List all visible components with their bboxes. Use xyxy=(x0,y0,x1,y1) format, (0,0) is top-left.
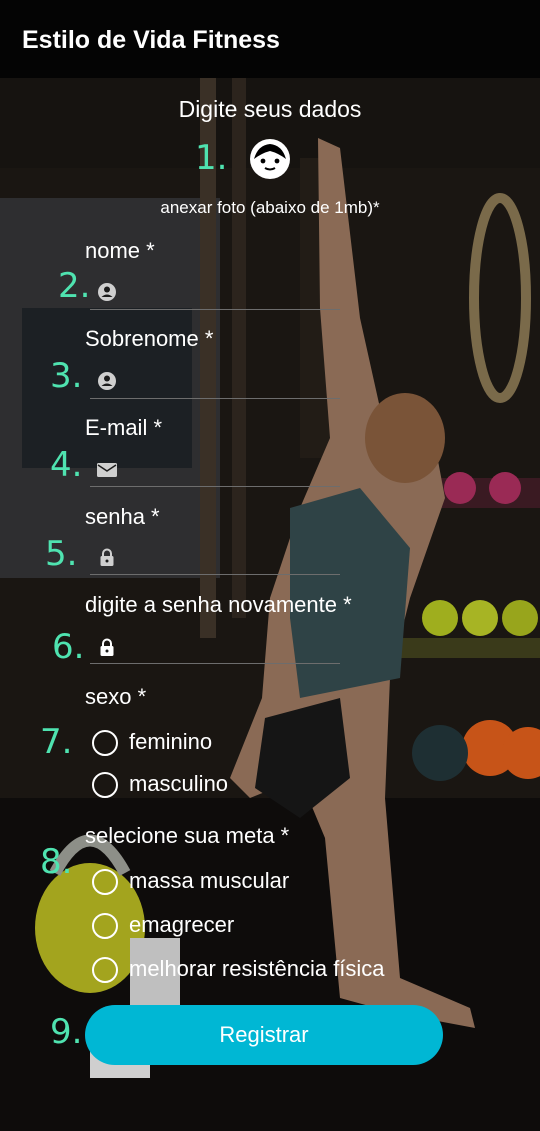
attach-photo-label[interactable]: anexar foto (abaixo de 1mb)* xyxy=(0,198,540,218)
sobrenome-underline xyxy=(90,398,340,399)
step-number-7: 7. xyxy=(40,722,73,762)
radio-circle[interactable] xyxy=(92,772,118,798)
sobrenome-input[interactable] xyxy=(125,367,340,395)
sobrenome-label: Sobrenome * xyxy=(85,326,214,351)
radio-label-feminino: feminino xyxy=(129,729,213,754)
senha-confirm-label: digite a senha novamente * xyxy=(85,592,352,617)
radio-circle[interactable] xyxy=(92,913,118,939)
meta-label: selecione sua meta * xyxy=(85,823,290,848)
nome-label: nome * xyxy=(85,238,155,263)
form-heading: Digite seus dados xyxy=(178,96,362,122)
lock-icon xyxy=(97,637,117,657)
step-number-4: 4. xyxy=(50,445,83,485)
person-icon xyxy=(97,282,117,302)
person-icon xyxy=(97,371,117,391)
mail-icon xyxy=(96,460,118,480)
step-number-2: 2. xyxy=(58,266,91,306)
radio-circle[interactable] xyxy=(92,730,118,756)
radio-label-massa-muscular: massa muscular xyxy=(129,868,290,893)
step-number-5: 5. xyxy=(45,534,78,574)
senha-underline xyxy=(90,574,340,575)
step-number-1: 1. xyxy=(195,138,228,178)
email-underline xyxy=(90,486,340,487)
app-title: Estilo de Vida Fitness xyxy=(22,26,280,54)
radio-label-resistencia: melhorar resistência física xyxy=(129,956,385,981)
step-number-3: 3. xyxy=(50,356,83,396)
face-avatar-icon[interactable] xyxy=(248,137,292,181)
register-button[interactable]: Registrar xyxy=(85,1005,443,1065)
senha-confirm-underline xyxy=(90,663,340,664)
radio-label-emagrecer: emagrecer xyxy=(129,912,235,937)
step-number-9: 9. xyxy=(50,1012,83,1052)
nome-input[interactable] xyxy=(125,278,340,306)
lock-icon xyxy=(97,547,117,567)
nome-underline xyxy=(90,309,340,310)
senha-input[interactable] xyxy=(125,544,340,572)
radio-circle[interactable] xyxy=(92,957,118,983)
radio-label-masculino: masculino xyxy=(129,771,229,796)
email-label: E-mail * xyxy=(85,415,163,440)
senha-confirm-input[interactable] xyxy=(125,633,340,661)
app-bar: Estilo de Vida Fitness xyxy=(0,0,540,78)
email-input[interactable] xyxy=(125,456,340,484)
register-button-label: Registrar xyxy=(219,1022,309,1047)
step-number-8: 8. xyxy=(40,842,73,882)
step-number-6: 6. xyxy=(52,627,85,667)
sexo-label: sexo * xyxy=(85,684,147,709)
senha-label: senha * xyxy=(85,504,160,529)
radio-circle[interactable] xyxy=(92,869,118,895)
